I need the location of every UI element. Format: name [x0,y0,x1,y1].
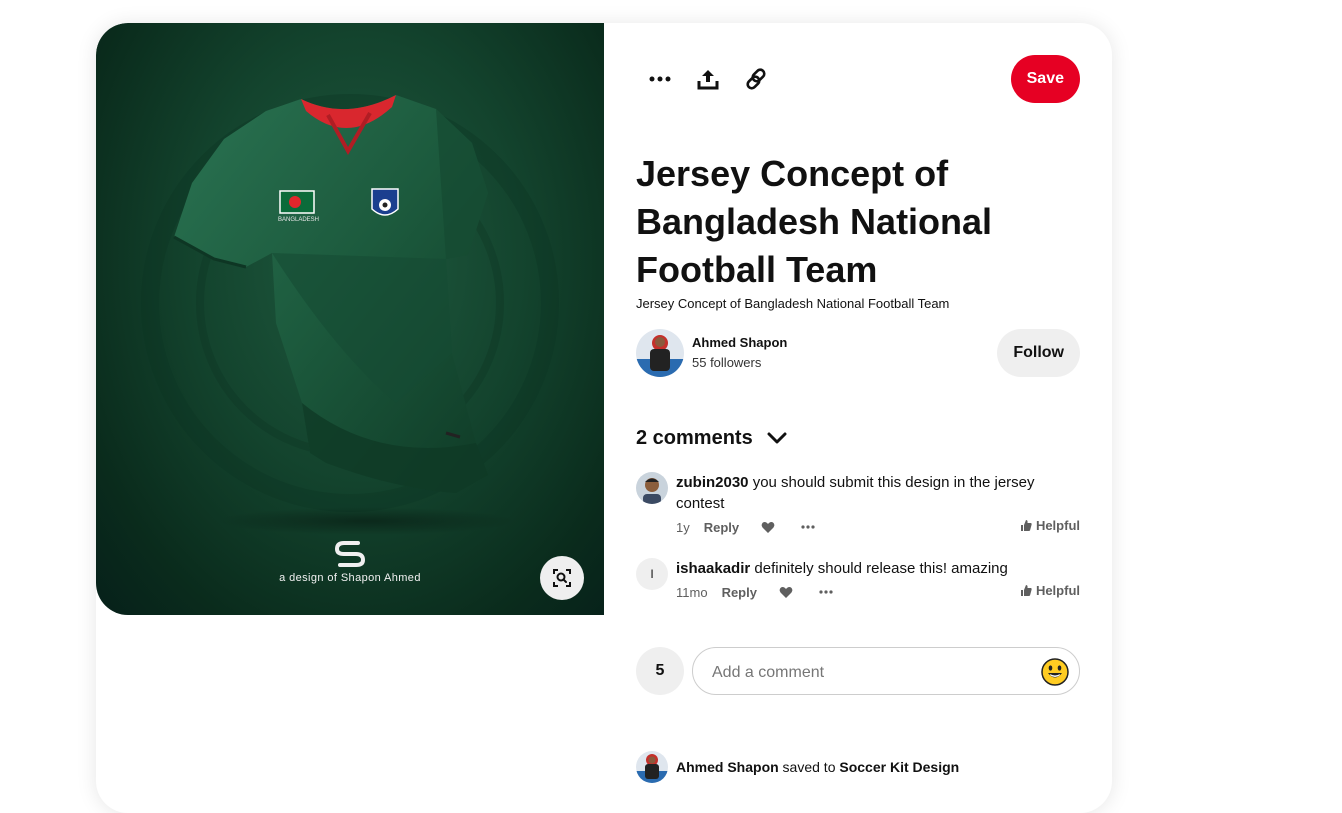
share-upload-icon [697,70,719,90]
comment-input-container [692,647,1080,695]
more-options-button[interactable] [636,55,684,103]
saved-to-text: Ahmed Shapon saved to Soccer Kit Design [676,759,959,775]
author-avatar[interactable] [636,329,684,377]
save-button[interactable]: Save [1010,55,1080,103]
comment-username[interactable]: zubin2030 [676,474,749,491]
pin-toolbar: Save [636,55,1080,105]
link-icon [746,68,766,90]
comment-time: 1y [676,519,690,535]
more-dots-icon [649,76,671,82]
commenter-avatar[interactable]: I [636,558,668,590]
helpful-label: Helpful [1035,583,1080,598]
brand-logo-icon [334,541,366,567]
lens-search-icon [553,569,571,587]
comment-body: ishaakadir definitely should release thi… [676,558,1076,579]
heart-icon[interactable] [779,586,793,599]
comment-more-icon[interactable] [801,525,815,529]
helpful-label: Helpful [1035,518,1080,533]
helpful-button[interactable]: Helpful [1020,583,1080,598]
saver-avatar-image [636,751,668,783]
comments-count: 2 comments [636,426,753,449]
comment-text: definitely should release this! amazing [754,560,1008,577]
add-comment-row: 5 [636,647,1080,695]
comment-input[interactable] [710,660,1024,686]
copy-link-button[interactable] [732,55,780,103]
saver-name[interactable]: Ahmed Shapon [676,759,779,775]
commenter-avatar-image [636,472,668,504]
author-name[interactable]: Ahmed Shapon [692,335,787,350]
author-avatar-image [636,329,684,377]
reply-button[interactable]: Reply [722,585,757,600]
comment-actions: 1y Reply Helpful [676,518,1080,536]
pin-card: BANGLADESH a design of Shapon Ahmed Save… [96,23,1112,813]
author-followers: 55 followers [692,355,762,370]
smiley-emoji-icon[interactable] [1041,658,1069,686]
thumbs-up-icon [1020,585,1032,596]
board-name[interactable]: Soccer Kit Design [839,759,959,775]
reply-button[interactable]: Reply [704,520,739,535]
helpful-button[interactable]: Helpful [1020,518,1080,533]
comment-username[interactable]: ishaakadir [676,560,750,577]
chevron-down-icon [767,431,787,445]
heart-icon[interactable] [761,521,775,534]
thumbs-up-icon [1020,520,1032,531]
pin-description: Jersey Concept of Bangladesh National Fo… [636,296,950,311]
comment-body: zubin2030 you should submit this design … [676,472,1076,514]
brand-caption: a design of Shapon Ahmed [279,572,421,584]
comment-actions: 11mo Reply Helpful [676,583,1080,601]
commenter-avatar[interactable] [636,472,668,504]
follow-button[interactable]: Follow [997,329,1080,377]
flag-label: BANGLADESH [278,217,319,223]
visual-search-button[interactable] [540,556,584,600]
comments-toggle[interactable]: 2 comments [636,426,787,450]
saver-avatar[interactable] [636,751,668,783]
pin-title: Jersey Concept of Bangladesh National Fo… [636,153,993,290]
reaction-count[interactable]: 5 [636,647,684,695]
author-row: Ahmed Shapon 55 followers Follow [636,329,1080,377]
jersey-illustration: BANGLADESH [141,94,559,535]
saved-to-row: Ahmed Shapon saved to Soccer Kit Design [636,751,1080,783]
pin-image[interactable]: BANGLADESH a design of Shapon Ahmed [96,23,604,615]
share-button[interactable] [684,55,732,103]
comment-more-icon[interactable] [819,590,833,594]
saved-to-middle: saved to [778,759,840,775]
comment-time: 11mo [676,584,708,600]
